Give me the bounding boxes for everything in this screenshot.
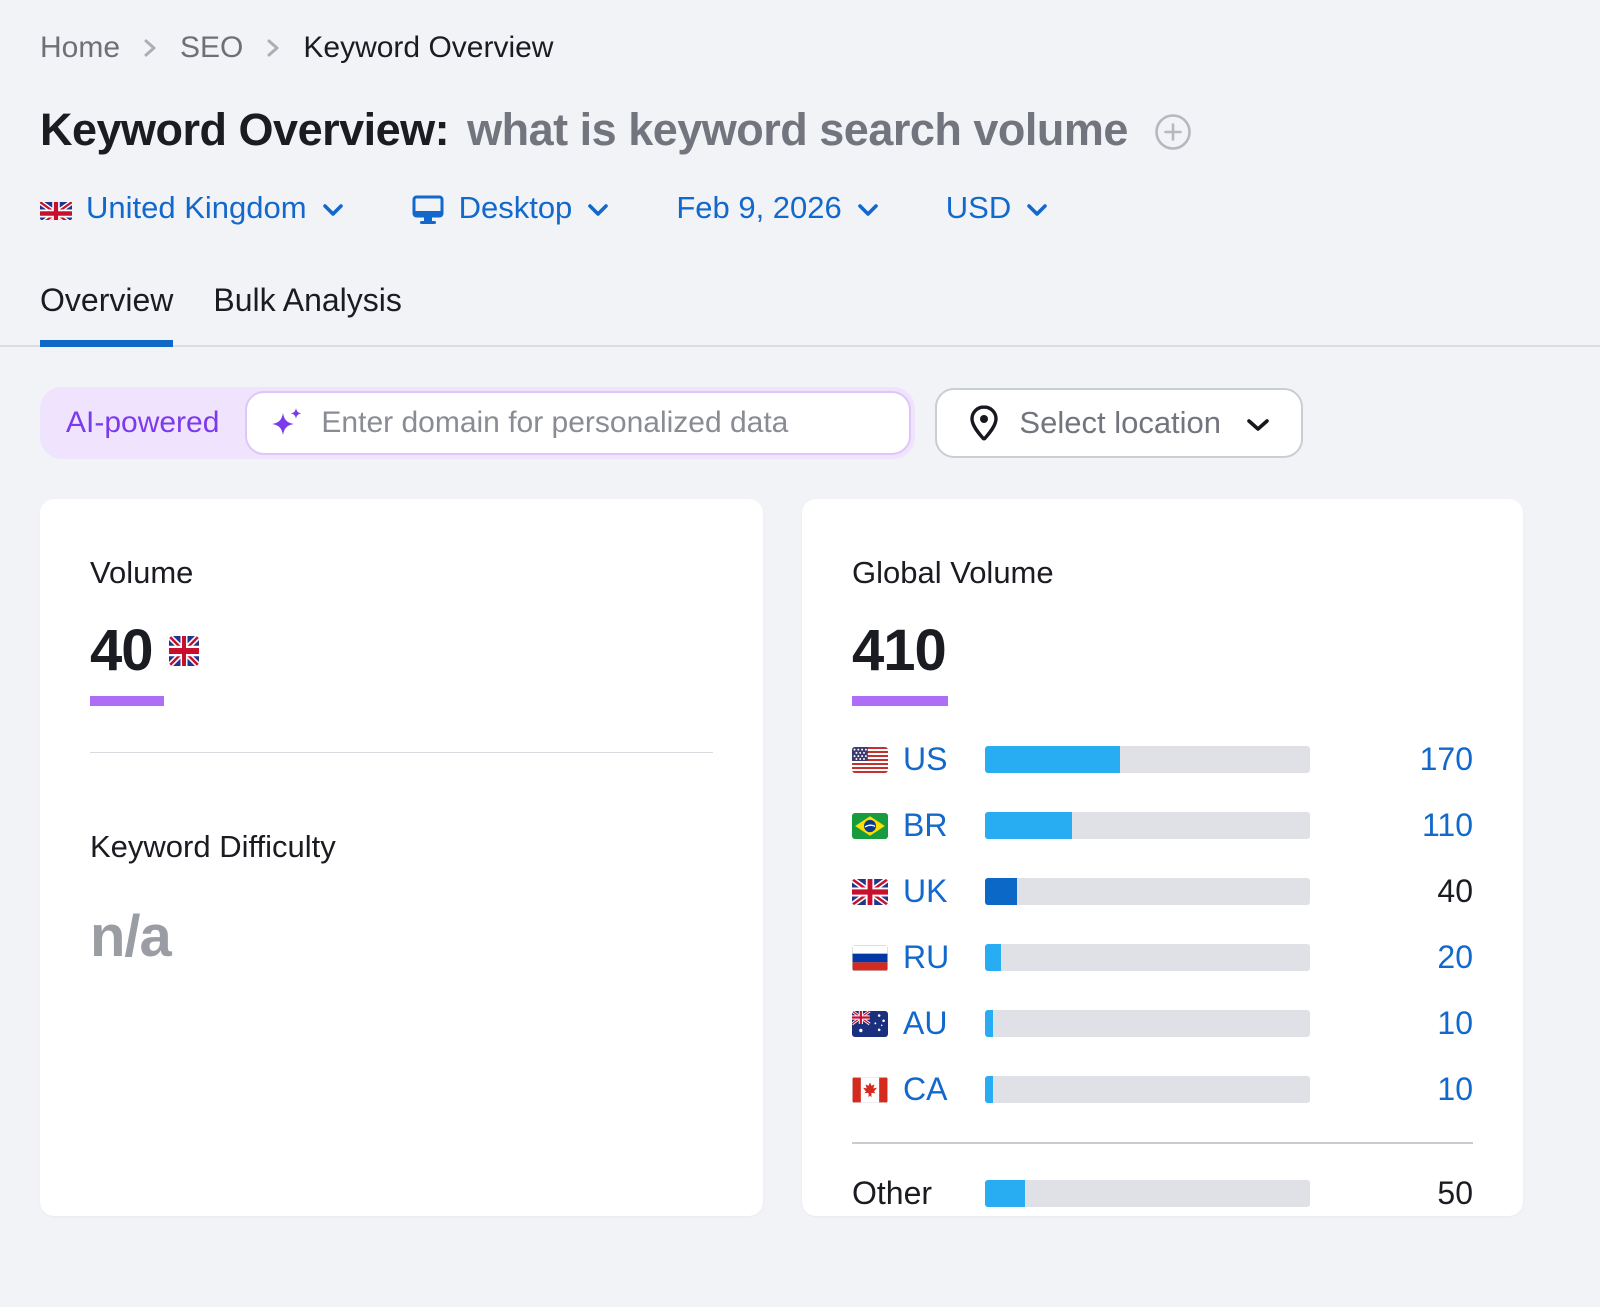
ai-powered-badge: AI-powered <box>44 406 245 440</box>
country-row: US 170 <box>852 746 1473 773</box>
breadcrumb-seo[interactable]: SEO <box>180 30 243 66</box>
device-filter-dropdown[interactable]: Desktop <box>411 190 611 226</box>
gb-flag-icon <box>40 197 72 220</box>
monitor-icon <box>411 193 445 225</box>
page-title-keyword: what is keyword search volume <box>467 104 1128 156</box>
country-bar-fill <box>985 812 1072 839</box>
country-label[interactable]: CA <box>903 1071 947 1108</box>
global-volume-card: Global Volume 410 US 170 BR 110 UK <box>802 499 1523 1216</box>
country-bar-track <box>985 878 1310 905</box>
currency-filter-label: USD <box>946 190 1011 226</box>
breadcrumb-home[interactable]: Home <box>40 30 120 66</box>
country-bar-fill <box>985 746 1120 773</box>
sparkle-icon <box>269 405 305 441</box>
country-bar-track <box>985 944 1310 971</box>
country-filter-dropdown[interactable]: United Kingdom <box>40 190 345 226</box>
tab-overview[interactable]: Overview <box>40 282 173 345</box>
volume-card: Volume 40 Keyword Difficulty n/a <box>40 499 763 1216</box>
page-title-label: Keyword Overview: <box>40 104 449 156</box>
global-volume-accent-bar <box>852 696 948 706</box>
other-bar-fill <box>985 1180 1025 1207</box>
global-volume-label: Global Volume <box>852 555 1473 591</box>
country-label[interactable]: US <box>903 741 947 778</box>
country-value[interactable]: 20 <box>1310 939 1473 976</box>
country-value[interactable]: 10 <box>1310 1071 1473 1108</box>
ai-powered-container: AI-powered <box>40 387 915 459</box>
gb-flag-icon <box>169 636 199 666</box>
page-title: Keyword Overview: what is keyword search… <box>40 104 1560 156</box>
chevron-down-icon <box>1245 417 1271 433</box>
country-value[interactable]: 110 <box>1310 807 1473 844</box>
country-row: RU 20 <box>852 944 1473 971</box>
volume-value: 40 <box>90 617 153 684</box>
ru-flag-icon <box>852 945 888 971</box>
filters-bar: United Kingdom Desktop Feb 9, 2026 <box>40 190 1560 226</box>
date-filter-label: Feb 9, 2026 <box>676 190 841 226</box>
volume-card-divider <box>90 752 713 753</box>
chevron-down-icon <box>586 202 610 218</box>
domain-input-box[interactable] <box>245 391 911 455</box>
country-bar-track <box>985 1076 1310 1103</box>
select-location-label: Select location <box>1019 405 1221 441</box>
other-row: Other 50 <box>852 1180 1473 1207</box>
country-bar-track <box>985 746 1310 773</box>
device-filter-label: Desktop <box>459 190 573 226</box>
country-bar-track <box>985 812 1310 839</box>
date-filter-dropdown[interactable]: Feb 9, 2026 <box>676 190 879 226</box>
location-pin-icon <box>967 404 1001 442</box>
country-bar-fill <box>985 878 1017 905</box>
country-row: BR 110 <box>852 812 1473 839</box>
tabs-bar: Overview Bulk Analysis <box>40 282 1560 347</box>
other-divider <box>852 1142 1473 1144</box>
tab-bulk-analysis[interactable]: Bulk Analysis <box>213 282 402 345</box>
global-volume-value: 410 <box>852 617 946 684</box>
other-bar-track <box>985 1180 1310 1207</box>
currency-filter-dropdown[interactable]: USD <box>946 190 1049 226</box>
us-flag-icon <box>852 747 888 773</box>
breadcrumb-chevron-icon <box>265 36 281 60</box>
country-bar-fill <box>985 1076 993 1103</box>
keyword-overview-page: Home SEO Keyword Overview Keyword Overvi… <box>0 0 1600 1216</box>
plus-circle-icon[interactable] <box>1152 111 1194 153</box>
country-value[interactable]: 10 <box>1310 1005 1473 1042</box>
volume-accent-bar <box>90 696 164 706</box>
country-row: UK 40 <box>852 878 1473 905</box>
country-bar-track <box>985 1010 1310 1037</box>
select-location-button[interactable]: Select location <box>935 388 1303 458</box>
volume-label: Volume <box>90 555 713 591</box>
chevron-down-icon <box>856 202 880 218</box>
country-label[interactable]: AU <box>903 1005 947 1042</box>
breadcrumb-chevron-icon <box>142 36 158 60</box>
ca-flag-icon <box>852 1077 888 1103</box>
other-value: 50 <box>1310 1175 1473 1212</box>
country-bar-fill <box>985 1010 993 1037</box>
country-label[interactable]: UK <box>903 873 947 910</box>
global-volume-rows: US 170 BR 110 UK 40 RU 20 <box>852 746 1473 1103</box>
tabs-divider <box>0 345 1600 347</box>
gb-flag-icon <box>852 879 888 905</box>
country-value: 40 <box>1310 873 1473 910</box>
other-label: Other <box>852 1175 932 1212</box>
au-flag-icon <box>852 1011 888 1037</box>
br-flag-icon <box>852 813 888 839</box>
chevron-down-icon <box>321 202 345 218</box>
country-filter-label: United Kingdom <box>86 190 307 226</box>
country-row: AU 10 <box>852 1010 1473 1037</box>
country-label[interactable]: RU <box>903 939 949 976</box>
keyword-difficulty-value: n/a <box>90 903 713 970</box>
country-label[interactable]: BR <box>903 807 947 844</box>
country-row: CA 10 <box>852 1076 1473 1103</box>
country-bar-fill <box>985 944 1001 971</box>
domain-input[interactable] <box>321 406 887 440</box>
chevron-down-icon <box>1025 202 1049 218</box>
cards-row: Volume 40 Keyword Difficulty n/a <box>40 499 1560 1216</box>
keyword-difficulty-label: Keyword Difficulty <box>90 829 713 865</box>
ai-domain-bar: AI-powered Select location <box>40 387 1560 459</box>
breadcrumb: Home SEO Keyword Overview <box>40 30 1560 66</box>
breadcrumb-current: Keyword Overview <box>303 30 553 66</box>
country-value[interactable]: 170 <box>1310 741 1473 778</box>
